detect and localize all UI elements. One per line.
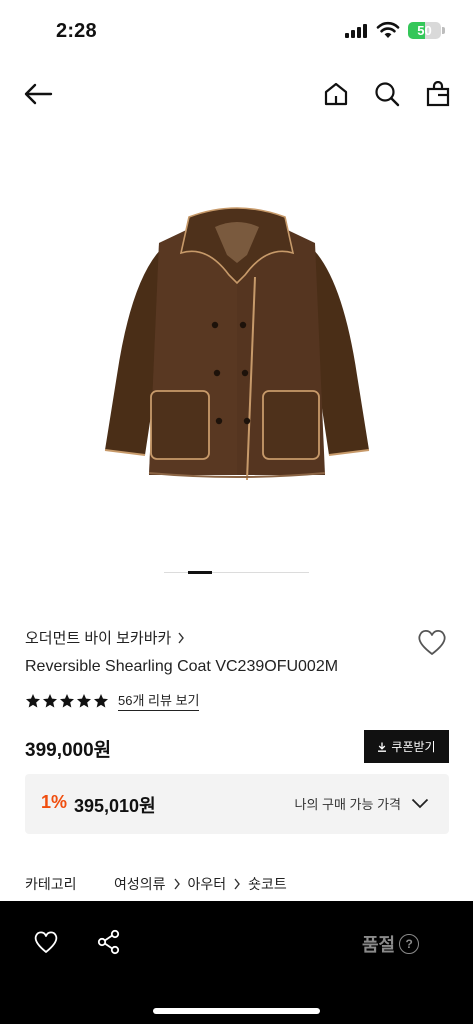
cellular-signal-icon [345,24,367,38]
category-crumb-1[interactable]: 여성의류 [114,874,166,894]
pager-indicator [188,571,213,574]
star-icon [60,693,74,708]
cart-button[interactable] [422,78,454,110]
back-button[interactable] [22,78,54,110]
product-price: 399,000원 [25,740,112,761]
my-price-label: 나의 구매 가능 가격 [294,797,401,812]
arrow-left-icon [24,83,53,105]
image-pager [164,571,309,574]
brown-shearling-coat-image [104,207,369,481]
coupon-download-button[interactable]: 쿠폰받기 [364,730,449,763]
review-row: 56개 리뷰 보기 [25,690,200,711]
star-icon [77,693,91,708]
home-button[interactable] [320,78,352,110]
status-bar: 2:28 50 [0,0,473,62]
chevron-right-icon [234,878,241,890]
coupon-button-label: 쿠폰받기 [391,740,436,754]
bottom-action-bar: 품절 ? [0,901,473,1024]
battery-icon: 50 [408,22,441,39]
share-icon[interactable] [96,929,122,955]
rating-stars [25,693,109,709]
product-image[interactable] [0,140,473,560]
shopping-bag-icon [426,81,450,107]
category-row: 카테고리 여성의류 아우터 숏코트 [25,874,287,894]
chevron-right-icon [173,878,180,890]
status-time: 2:28 [56,20,97,42]
brand-link[interactable]: 오더먼트 바이 보카바카 [25,627,185,648]
search-icon [375,82,400,107]
pager-track [164,572,309,573]
my-price-toggle[interactable]: 나의 구매 가능 가격 [294,794,429,813]
battery-cap [442,27,445,34]
chevron-right-icon [178,632,185,643]
member-price: 395,010원 [74,796,156,816]
category-crumb-3[interactable]: 숏코트 [248,874,287,894]
wifi-icon [376,21,400,38]
heart-icon[interactable] [33,929,59,955]
discount-rate: 1% [41,792,68,812]
download-icon [378,742,387,752]
search-button[interactable] [371,78,403,110]
help-icon[interactable]: ? [399,934,420,954]
product-name: Reversible Shearling Coat VC239OFU002M [25,658,339,675]
brand-name: 오더먼트 바이 보카바카 [25,630,172,647]
top-navigation [0,72,473,116]
star-icon [94,693,108,708]
home-indicator [153,1008,320,1014]
battery-level: 50 [417,23,432,38]
sold-out-label: 품절 [362,935,396,955]
sold-out-status: 품절 ? [362,931,420,957]
review-link[interactable]: 56개 리뷰 보기 [118,690,200,711]
wishlist-heart-button[interactable] [416,627,448,657]
star-icon [26,693,40,708]
home-icon [324,82,348,106]
category-label: 카테고리 [25,876,77,892]
chevron-down-icon [411,798,429,809]
star-icon [43,693,57,708]
member-price-box[interactable]: 1% 395,010원 나의 구매 가능 가격 [25,774,449,834]
category-crumb-2[interactable]: 아우터 [188,874,227,894]
